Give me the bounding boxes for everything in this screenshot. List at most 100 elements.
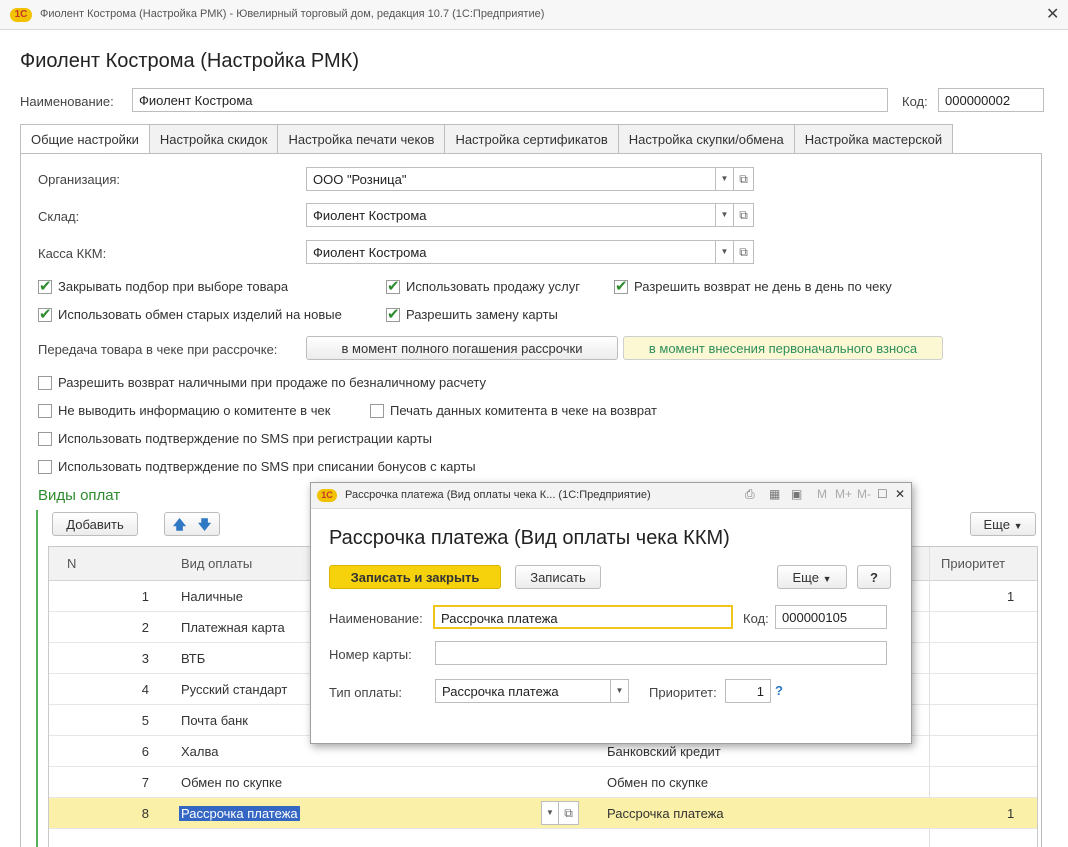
row-payment-kind: Обмен по скупке [607,775,709,790]
name-field[interactable] [132,88,888,112]
memory-m-icon[interactable]: M [817,487,827,501]
code-input[interactable] [945,93,1037,108]
memory-plus-icon[interactable]: M+ [835,487,852,501]
register-open-icon[interactable]: ⧉ [734,240,754,264]
installment-full-payment-option[interactable]: в момент полного погашения рассрочки [306,336,618,360]
chevron-down-icon: ▼ [822,574,832,584]
tab-workshop[interactable]: Настройка мастерской [794,124,954,154]
app-logo-icon: 1С [317,489,337,502]
close-icon[interactable]: ✕ [1046,4,1059,24]
checkbox-label: Использовать обмен старых изделий на нов… [58,307,342,323]
org-field[interactable]: ООО "Розница" [306,167,716,191]
checkbox-label: Разрешить возврат не день в день по чеку [634,279,892,295]
org-open-icon[interactable]: ⧉ [734,167,754,191]
checkbox-use-services[interactable]: Использовать продажу услуг [386,277,580,295]
dialog-code-input[interactable] [782,610,880,625]
register-field[interactable]: Фиолент Кострома [306,240,716,264]
move-down-icon[interactable]: 🡇 [198,517,211,532]
checkbox-close-selection[interactable]: Закрывать подбор при выборе товара [38,277,288,295]
checkbox-label: Печать данных комитента в чеке на возвра… [390,403,658,419]
column-header-priority[interactable]: Приоритет [941,556,1005,571]
more-button[interactable]: Еще ▼ [970,512,1036,536]
warehouse-dropdown-icon[interactable]: ▼ [716,203,734,227]
tab-receipt-printing[interactable]: Настройка печати чеков [278,124,446,154]
row-payment-type: Наличные [181,589,243,604]
row-payment-type-editor[interactable]: Рассрочка платежа [179,806,300,821]
installment-label: Передача товара в чеке при рассрочке: [38,342,278,357]
payment-type-dropdown-icon[interactable]: ▼ [611,679,629,703]
help-button[interactable]: ? [857,565,891,589]
checkbox-icon[interactable] [38,277,52,295]
checkbox-label: Разрешить замену карты [406,307,558,323]
checkbox-icon[interactable] [614,277,628,295]
row-open-icon[interactable]: ⧉ [559,801,579,825]
save-and-close-button[interactable]: Записать и закрыть [329,565,501,589]
warehouse-field[interactable]: Фиолент Кострома [306,203,716,227]
card-number-field[interactable] [435,641,887,665]
name-input[interactable] [139,93,881,108]
save-button[interactable]: Записать [515,565,601,589]
code-label: Код: [902,94,928,109]
tab-buyback-exchange[interactable]: Настройка скупки/обмена [618,124,795,154]
checkbox-icon[interactable] [370,403,384,418]
checkbox-icon[interactable] [386,305,400,323]
row-number: 5 [141,713,149,728]
priority-field[interactable]: 1 [725,679,771,703]
warehouse-label: Склад: [38,209,80,224]
print-icon[interactable]: ⎙ [745,487,755,502]
dialog-name-input[interactable] [441,611,725,626]
checkbox-label: Разрешить возврат наличными при продаже … [58,375,487,391]
tab-discounts[interactable]: Настройка скидок [149,124,279,154]
memory-minus-icon[interactable]: M- [857,487,871,501]
dialog-more-button[interactable]: Еще ▼ [777,565,847,589]
add-button[interactable]: Добавить [52,512,138,536]
priority-help-icon[interactable]: ? [775,683,783,698]
row-payment-type: Русский стандарт [181,682,288,697]
checkbox-sms-bonus[interactable]: Использовать подтверждение по SMS при сп… [38,458,476,474]
code-field[interactable] [938,88,1044,112]
calculator-icon[interactable]: ▦ [769,487,780,501]
tab-certificates[interactable]: Настройка сертификатов [445,124,619,154]
org-label: Организация: [38,172,121,187]
row-dropdown-icon[interactable]: ▼ [541,801,559,825]
checkbox-icon[interactable] [386,277,400,295]
dialog-name-field[interactable] [433,605,733,629]
move-up-icon[interactable]: 🡅 [173,517,186,532]
card-number-input[interactable] [442,646,880,661]
checkbox-print-committent[interactable]: Печать данных комитента в чеке на возвра… [370,402,657,418]
column-header-type[interactable]: Вид оплаты [181,556,252,571]
calendar-icon[interactable]: ▣ [791,487,802,501]
checkbox-sms-card[interactable]: Использовать подтверждение по SMS при ре… [38,430,432,446]
column-header-n[interactable]: N [67,556,76,571]
register-dropdown-icon[interactable]: ▼ [716,240,734,264]
checkbox-use-exchange[interactable]: Использовать обмен старых изделий на нов… [38,305,342,323]
section-divider [36,510,38,847]
table-row-selected[interactable]: 8 Рассрочка платежа ▼ ⧉ Рассрочка платеж… [49,798,1037,829]
checkbox-icon[interactable] [38,459,52,474]
checkbox-cash-return[interactable]: Разрешить возврат наличными при продаже … [38,374,486,390]
checkbox-icon[interactable] [38,305,52,323]
row-number: 7 [141,775,149,790]
checkbox-allow-return[interactable]: Разрешить возврат не день в день по чеку [614,277,892,295]
window-title: Фиолент Кострома (Настройка РМК) - Ювели… [40,8,545,20]
warehouse-open-icon[interactable]: ⧉ [734,203,754,227]
row-payment-kind: Банковский кредит [607,744,721,759]
checkbox-icon[interactable] [38,431,52,446]
maximize-icon[interactable]: ☐ [877,487,888,501]
tab-general-settings[interactable]: Общие настройки [20,124,150,154]
checkbox-icon[interactable] [38,403,52,418]
chevron-down-icon: ▼ [1013,521,1023,531]
row-payment-type: Обмен по скупке [181,775,283,790]
checkbox-icon[interactable] [38,375,52,390]
table-row[interactable]: 7 Обмен по скупке Обмен по скупке [49,767,1037,798]
payment-type-field[interactable]: Рассрочка платежа [435,679,611,703]
row-number: 8 [141,806,149,821]
installment-initial-payment-option[interactable]: в момент внесения первоначального взноса [623,336,943,360]
org-dropdown-icon[interactable]: ▼ [716,167,734,191]
checkbox-allow-card-replace[interactable]: Разрешить замену карты [386,305,558,323]
checkbox-no-committent[interactable]: Не выводить информацию о комитенте в чек [38,402,330,418]
close-icon[interactable]: ✕ [895,487,905,501]
row-number: 1 [141,589,149,604]
row-number: 4 [141,682,149,697]
dialog-code-field[interactable] [775,605,887,629]
